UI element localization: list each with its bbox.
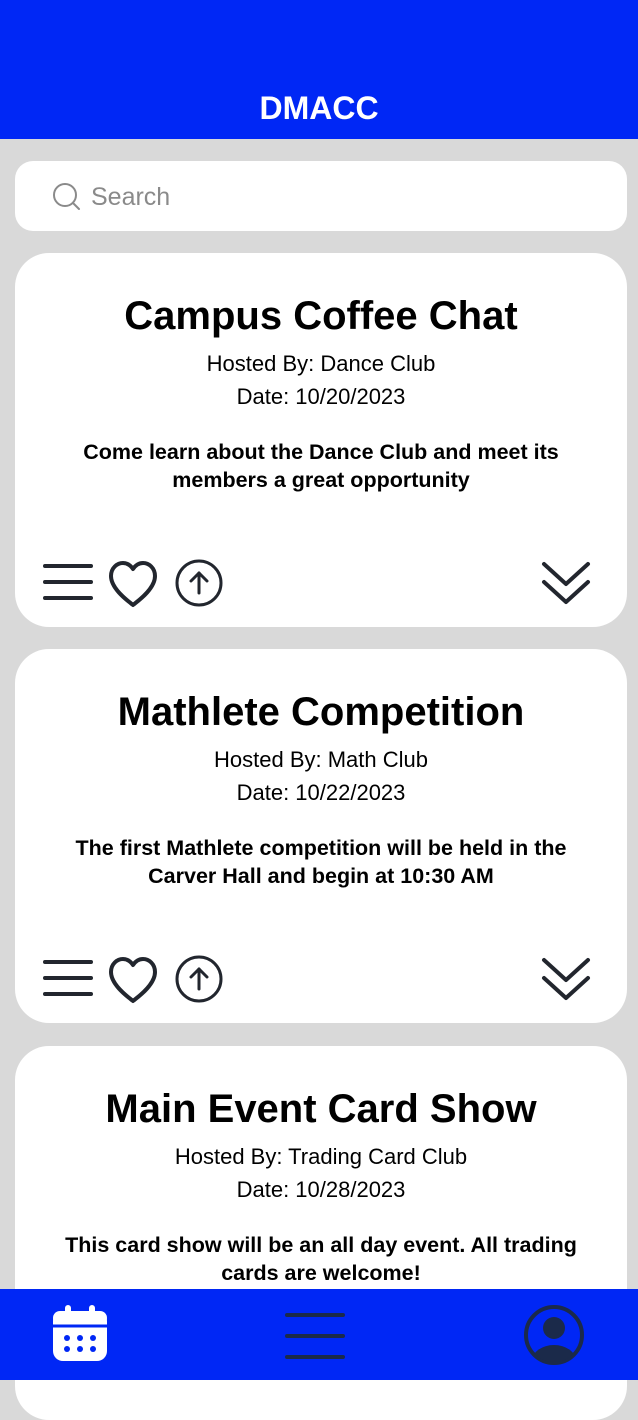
app-header: DMACC <box>0 0 638 139</box>
search-icon <box>52 182 82 217</box>
app-title: DMACC <box>259 90 379 126</box>
menu-icon[interactable] <box>42 562 94 609</box>
share-icon[interactable] <box>174 954 224 1009</box>
search-bar[interactable] <box>15 161 627 231</box>
event-host: Hosted By: Math Club <box>214 747 428 772</box>
event-description: This card show will be an all day event.… <box>65 1233 577 1285</box>
event-description: The first Mathlete competition will be h… <box>75 836 567 888</box>
share-icon[interactable] <box>174 558 224 613</box>
event-host: Hosted By: Dance Club <box>206 351 436 376</box>
heart-icon[interactable] <box>107 955 159 1010</box>
expand-icon[interactable] <box>540 560 592 613</box>
expand-icon[interactable] <box>540 956 592 1009</box>
menu-icon[interactable] <box>42 958 94 1005</box>
bottom-nav <box>0 1289 638 1380</box>
event-date: Date: 10/20/2023 <box>236 384 406 409</box>
menu-icon[interactable] <box>283 1311 347 1366</box>
profile-icon[interactable] <box>522 1303 586 1372</box>
event-host: Hosted By: Trading Card Club <box>174 1144 468 1169</box>
heart-icon[interactable] <box>107 559 159 614</box>
event-description: Come learn about the Dance Club and meet… <box>83 440 559 492</box>
event-date: Date: 10/22/2023 <box>236 780 406 805</box>
event-title: Mathlete Competition <box>117 690 525 734</box>
event-card[interactable]: Mathlete Competition Hosted By: Math Clu… <box>15 649 627 1023</box>
search-input[interactable] <box>89 173 613 221</box>
calendar-icon[interactable] <box>50 1304 110 1369</box>
event-date: Date: 10/28/2023 <box>236 1177 406 1202</box>
event-title: Main Event Card Show <box>105 1087 537 1131</box>
event-title: Campus Coffee Chat <box>124 294 518 338</box>
event-card[interactable]: Campus Coffee Chat Hosted By: Dance Club… <box>15 253 627 627</box>
